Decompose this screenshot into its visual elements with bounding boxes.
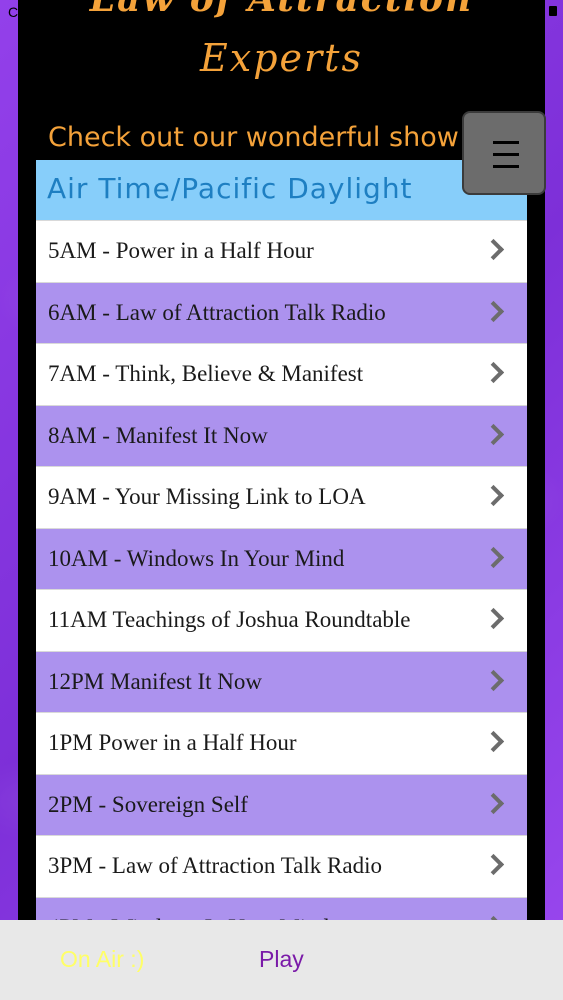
list-item[interactable]: 9AM - Your Missing Link to LOA: [36, 466, 527, 528]
on-air-label: On Air :): [60, 946, 145, 972]
schedule-header: Air Time/Pacific Daylight: [36, 160, 527, 220]
list-item[interactable]: 6AM - Law of Attraction Talk Radio: [36, 281, 527, 343]
list-item-label: 11AM Teachings of Joshua Roundtable: [48, 607, 411, 632]
schedule-list: Air Time/Pacific Daylight 5AM - Power in…: [36, 160, 527, 920]
page-title-line2: Experts: [200, 36, 363, 80]
chevron-right-icon: [482, 853, 505, 876]
list-item[interactable]: 4PM - Windows In Your Mind: [36, 896, 527, 920]
list-item[interactable]: 5AM - Power in a Half Hour: [36, 220, 527, 282]
chevron-right-icon: [482, 546, 505, 568]
list-item-label: 1PM Power in a Half Hour: [48, 730, 297, 755]
list-item[interactable]: 3PM - Law of Attraction Talk Radio: [36, 835, 527, 897]
list-item[interactable]: 10AM - Windows In Your Mind: [36, 527, 527, 589]
list-item[interactable]: 8AM - Manifest It Now: [36, 404, 527, 466]
list-item-label: 7AM - Think, Believe & Manifest: [48, 361, 364, 386]
list-item-label: 8AM - Manifest It Now: [48, 422, 268, 448]
chevron-right-icon: [482, 361, 505, 384]
list-item-label: 3PM - Law of Attraction Talk Radio: [48, 853, 382, 878]
chevron-right-icon: [482, 730, 505, 753]
chevron-right-icon: [482, 792, 505, 814]
chevron-right-icon: [482, 607, 505, 630]
page-title-line1: Law of Attraction: [0, 0, 563, 20]
list-item-label: 5AM - Power in a Half Hour: [48, 238, 314, 263]
list-item-label: 9AM - Your Missing Link to LOA: [48, 484, 366, 509]
player-bar: On Air :) Play: [0, 920, 563, 1000]
list-item[interactable]: 7AM - Think, Believe & Manifest: [36, 343, 527, 405]
play-button[interactable]: Play: [259, 946, 304, 973]
list-item[interactable]: 11AM Teachings of Joshua Roundtable: [36, 589, 527, 651]
page-subtitle: Check out our wonderful show: [48, 122, 459, 153]
list-item-label: 10AM - Windows In Your Mind: [48, 545, 345, 571]
list-item-label: 12PM Manifest It Now: [48, 668, 263, 694]
chevron-right-icon: [482, 423, 505, 445]
list-item[interactable]: 1PM Power in a Half Hour: [36, 712, 527, 774]
chevron-right-icon: [482, 238, 505, 261]
hamburger-menu-icon: [493, 141, 519, 144]
list-item[interactable]: 12PM Manifest It Now: [36, 650, 527, 712]
list-item-label: 2PM - Sovereign Self: [48, 791, 248, 817]
list-item[interactable]: 2PM - Sovereign Self: [36, 773, 527, 835]
hamburger-menu-icon: [493, 165, 519, 168]
menu-button[interactable]: [462, 111, 546, 195]
chevron-right-icon: [482, 300, 505, 322]
hamburger-menu-icon: [493, 153, 519, 156]
chevron-right-icon: [482, 669, 505, 691]
list-item-label: 6AM - Law of Attraction Talk Radio: [48, 299, 386, 325]
chevron-right-icon: [482, 484, 505, 507]
